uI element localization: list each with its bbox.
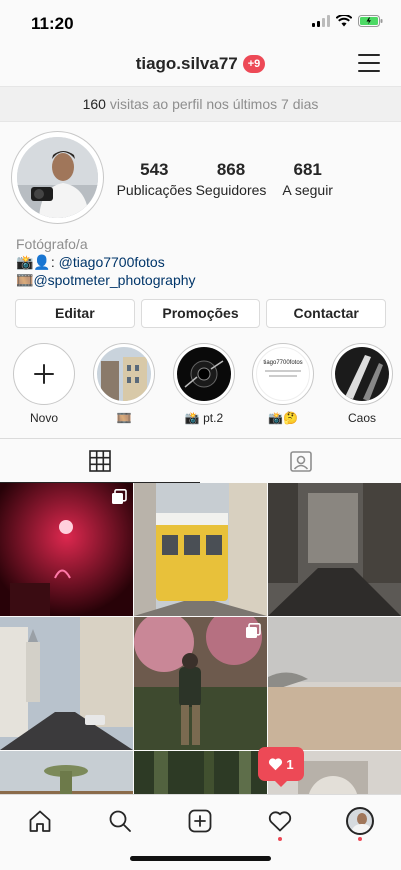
nav-activity[interactable] [260,803,300,841]
nav-profile[interactable] [340,803,380,841]
post-thumbnail[interactable] [268,483,401,616]
profile-visits-banner[interactable]: 160 visitas ao perfil nos últimos 7 dias [0,86,401,122]
heart-icon [269,758,283,771]
stat-label: Publicações [116,182,193,198]
highlight-item[interactable]: 🎞️ [91,343,157,425]
status-bar: 11:20 [0,0,401,46]
nav-search[interactable] [100,803,140,839]
stat-number: 868 [216,160,246,179]
search-icon [109,810,131,832]
status-time: 11:20 [31,14,74,33]
multiple-photos-icon [246,623,261,638]
add-post-icon [188,809,212,833]
bio-line-2: 🎞️@spotmeter_photography [16,271,196,289]
highlight-cover-text: tiago7700fotos [263,360,303,366]
stat-posts[interactable]: 543 Publicações [116,160,193,198]
stat-following[interactable]: 681 A seguir [269,160,346,198]
profile-avatar[interactable] [11,131,104,224]
story-highlights: Novo 🎞️ 📸 pt.2 tiago7700fotos 📸🤔 Caos [0,343,401,428]
posts-grid [0,483,401,794]
profile-dot [358,837,362,841]
highlight-label: 📸🤔 [268,411,298,425]
activity-dot [278,837,282,841]
post-thumbnail[interactable] [134,617,267,750]
activity-count: 1 [286,756,294,772]
notification-badge: +9 [242,55,266,73]
bio-mention-link[interactable]: @spotmeter_photography [33,272,195,288]
post-thumbnail[interactable] [0,751,133,794]
grid-icon [89,449,111,472]
bio-emoji-prefix: 🎞️ [16,272,34,288]
tagged-person-icon [289,451,312,472]
highlight-cover [97,347,151,401]
battery-icon [358,15,383,27]
highlight-label: 🎞️ [116,411,132,425]
post-thumbnail[interactable] [0,617,133,750]
post-thumbnail[interactable] [134,751,267,794]
highlight-label: 📸 pt.2 [184,411,224,425]
bio-line-1: 📸👤: @tiago7700fotos [16,253,196,271]
promotions-button[interactable]: Promoções [140,299,261,328]
activity-popup[interactable]: 1 [258,747,304,787]
visits-count: 160 [82,96,106,112]
highlight-item[interactable]: Caos [329,343,395,425]
bio-category: Fotógrafo/a [16,236,88,252]
post-thumbnail[interactable] [0,483,133,616]
profile-bio: Fotógrafo/a 📸👤: @tiago7700fotos 🎞️@spotm… [16,235,196,289]
username: tiago.silva77 [135,54,238,73]
visits-text: visitas ao perfil nos últimos 7 dias [105,96,319,112]
profile-actions: Editar Promoções Contactar [15,299,387,328]
bio-mention-link[interactable]: @tiago7700fotos [59,254,165,270]
stat-followers[interactable]: 868 Seguidores [193,160,270,198]
highlight-cover: tiago7700fotos [256,347,310,401]
heart-outline-icon [268,811,292,832]
stat-number: 681 [293,160,322,179]
hamburger-menu-icon[interactable] [358,54,380,74]
home-indicator [130,856,271,861]
tab-grid[interactable] [0,439,200,483]
highlight-item[interactable]: 📸 pt.2 [171,343,237,425]
signal-icon [312,15,330,27]
contact-button[interactable]: Contactar [266,299,387,328]
avatar-photo [17,137,98,218]
multiple-photos-icon [112,489,127,504]
highlight-new[interactable]: Novo [11,343,77,425]
nav-home[interactable] [20,803,60,839]
plus-icon [34,364,54,384]
highlight-cover [335,347,389,401]
profile-avatar-small [346,807,374,835]
highlight-item[interactable]: tiago7700fotos 📸🤔 [250,343,316,425]
post-thumbnail[interactable] [268,617,401,750]
account-switcher[interactable]: tiago.silva77 +9 [136,54,266,74]
wifi-icon [336,15,352,27]
stat-number: 543 [140,160,169,179]
highlight-label: Caos [347,411,376,425]
edit-profile-button[interactable]: Editar [15,299,135,328]
highlight-label: Novo [29,411,58,425]
profile-stats: 543 Publicações 868 Seguidores 681 A seg… [116,160,346,198]
highlight-cover [177,347,231,401]
home-icon [29,810,51,832]
stat-label: Seguidores [195,182,267,198]
bio-emoji-prefix: 📸👤: [16,254,59,270]
post-thumbnail[interactable] [134,483,267,616]
nav-new-post[interactable] [180,803,220,839]
profile-tabs [0,438,401,483]
tab-tagged[interactable] [200,439,401,483]
stat-label: A seguir [282,182,333,198]
profile-header: tiago.silva77 +9 [0,46,401,86]
